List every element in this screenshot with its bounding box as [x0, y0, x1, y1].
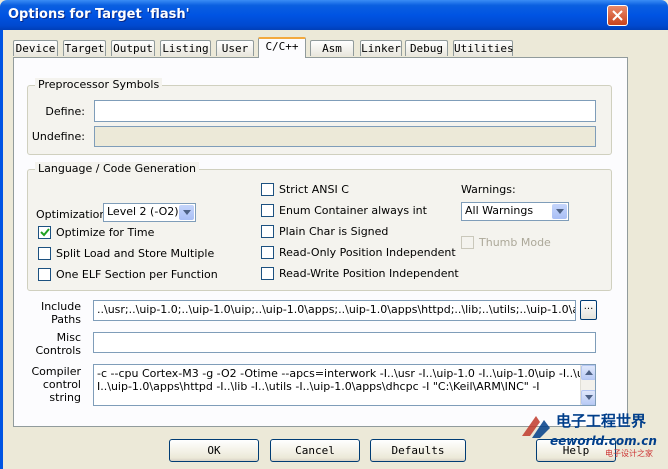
tab-debug[interactable]: Debug: [405, 40, 448, 56]
optimization-value: Level 2 (-O2): [107, 205, 179, 218]
warnings-dropdown-arrow[interactable]: [552, 204, 567, 219]
tab-user[interactable]: User: [216, 40, 254, 56]
one-elf-section-label: One ELF Section per Function: [56, 268, 218, 281]
undefine-label: Undefine:: [31, 130, 85, 143]
plain-char-signed-label: Plain Char is Signed: [279, 225, 389, 238]
language-codegen-group: Language / Code Generation Optimization:…: [27, 162, 612, 291]
language-group-label: Language / Code Generation: [35, 162, 200, 175]
include-paths-label-1: Include: [40, 300, 81, 313]
cpp-tab-panel: Preprocessor Symbols Define: Undefine: L…: [13, 57, 628, 427]
compiler-control-scrollbar[interactable]: [580, 365, 595, 405]
compiler-control-line-2: I..\uip-1.0\apps\httpd -I..\lib -I..\uti…: [97, 380, 540, 393]
rw-position-independent-label: Read-Write Position Independent: [279, 267, 459, 280]
chevron-down-icon: [556, 209, 564, 214]
compiler-control-line-1: -c --cpu Cortex-M3 -g -O2 -Otime --apcs=…: [97, 367, 595, 380]
include-paths-label-2: Paths: [51, 313, 81, 326]
tab-listing[interactable]: Listing: [160, 40, 211, 56]
define-input[interactable]: [94, 100, 596, 122]
cancel-button[interactable]: Cancel: [270, 439, 360, 462]
title-bar[interactable]: Options for Target 'flash': [0, 0, 668, 30]
watermark-line-1: 电子工程世界: [556, 412, 647, 430]
window-title: Options for Target 'flash': [8, 7, 190, 22]
ro-position-independent-label: Read-Only Position Independent: [279, 246, 456, 259]
optimization-dropdown-arrow[interactable]: [179, 205, 194, 220]
enum-container-label: Enum Container always int: [279, 204, 427, 217]
optimize-for-time-label: Optimize for Time: [56, 226, 155, 239]
chevron-down-icon: [585, 395, 593, 400]
ok-button[interactable]: OK: [169, 439, 259, 462]
compiler-control-label-1: Compiler: [31, 365, 81, 378]
tab-device[interactable]: Device: [13, 40, 58, 56]
strict-ansi-c-label: Strict ANSI C: [279, 183, 349, 196]
tab-target[interactable]: Target: [63, 40, 106, 56]
tab-asm[interactable]: Asm: [310, 40, 354, 56]
compiler-control-string[interactable]: -c --cpu Cortex-M3 -g -O2 -Otime --apcs=…: [93, 364, 596, 406]
misc-controls-input[interactable]: [93, 332, 596, 353]
warnings-select[interactable]: All Warnings: [461, 202, 569, 221]
window-frame: [0, 30, 3, 469]
close-button[interactable]: [607, 5, 628, 26]
tab-output[interactable]: Output: [111, 40, 155, 56]
preprocessor-group-label: Preprocessor Symbols: [35, 78, 163, 91]
chevron-up-icon: [585, 370, 593, 375]
compiler-control-label-3: string: [49, 391, 81, 404]
split-load-store-label: Split Load and Store Multiple: [56, 247, 215, 260]
tab-linker[interactable]: Linker: [360, 40, 402, 56]
scroll-down-button[interactable]: [581, 390, 595, 405]
defaults-button[interactable]: Defaults: [370, 439, 466, 462]
define-label: Define:: [45, 105, 85, 118]
options-dialog: Options for Target 'flash' Device Target…: [0, 0, 668, 469]
split-load-store-checkbox[interactable]: [38, 247, 51, 260]
include-paths-input[interactable]: ..\usr;..\uip-1.0;..\uip-1.0\uip;..\uip-…: [93, 300, 576, 321]
undefine-input[interactable]: [94, 126, 596, 147]
rw-position-independent-checkbox[interactable]: [261, 267, 274, 280]
plain-char-signed-checkbox[interactable]: [261, 225, 274, 238]
optimize-for-time-checkbox[interactable]: [38, 226, 51, 239]
one-elf-section-checkbox[interactable]: [38, 268, 51, 281]
checkmark-icon: [40, 228, 50, 237]
warnings-value: All Warnings: [465, 204, 534, 217]
enum-container-checkbox[interactable]: [261, 204, 274, 217]
misc-controls-label-1: Misc: [56, 331, 81, 344]
ro-position-independent-checkbox[interactable]: [261, 246, 274, 259]
optimization-select[interactable]: Level 2 (-O2): [103, 203, 196, 222]
optimization-label: Optimization:: [36, 208, 111, 221]
tab-utilities[interactable]: Utilities: [453, 40, 514, 56]
thumb-mode-label: Thumb Mode: [479, 236, 551, 249]
include-paths-browse-button[interactable]: ...: [580, 300, 597, 320]
preprocessor-group: Preprocessor Symbols Define: Undefine:: [27, 78, 612, 155]
scroll-up-button[interactable]: [581, 365, 595, 380]
watermark-line-2: eeworld.com.cn: [550, 434, 657, 448]
strict-ansi-c-checkbox[interactable]: [261, 183, 274, 196]
chevron-down-icon: [183, 210, 191, 215]
eeworld-logo-icon: [522, 416, 550, 438]
thumb-mode-checkbox[interactable]: [461, 236, 474, 249]
compiler-control-label-2: control: [42, 378, 81, 391]
misc-controls-label-2: Controls: [35, 344, 82, 357]
warnings-label: Warnings:: [461, 183, 516, 196]
close-icon: [612, 10, 623, 21]
watermark-line-3: 电子设计之家: [605, 449, 653, 458]
tab-c-cpp[interactable]: C/C++: [258, 37, 306, 58]
eeworld-watermark: 电子工程世界 eeworld.com.cn 电子设计之家: [520, 408, 668, 469]
